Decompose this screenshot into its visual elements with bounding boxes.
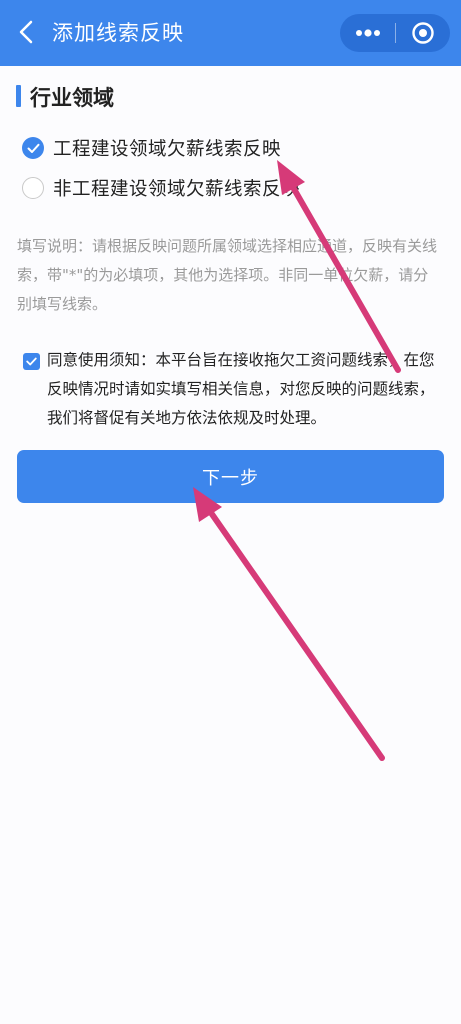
section-title: 行业领域 [30,86,114,110]
agreement-text: 同意使用须知：本平台旨在接收拖欠工资问题线索，在您反映情况时请如实填写相关信息，… [47,351,435,427]
radio-checked[interactable] [22,137,44,159]
option-construction[interactable]: 工程建设领域欠薪线索反映 [22,133,281,163]
target-circle-icon [412,22,434,44]
more-button[interactable] [340,14,395,52]
agreement-checkbox[interactable] [23,353,40,370]
next-step-button[interactable]: 下一步 [17,450,444,503]
nav-header: 添加线索反映 [0,0,461,66]
check-icon [27,143,39,153]
option-non-construction[interactable]: 非工程建设领域欠薪线索反映 [22,173,300,203]
annotation-arrow-next [193,487,385,761]
chevron-left-icon [19,20,33,44]
page-title: 添加线索反映 [52,21,184,45]
close-mini-program-button[interactable] [396,14,450,52]
back-button[interactable] [12,16,40,48]
option-label: 工程建设领域欠薪线索反映 [53,139,282,160]
option-label: 非工程建设领域欠薪线索反映 [53,179,301,200]
check-icon [26,357,37,366]
instruction-text: 填写说明：请根据反映问题所属领域选择相应通道，反映有关线索，带"*"的为必填项，… [17,237,438,313]
more-dots-icon [355,29,380,37]
radio-unchecked[interactable] [22,177,44,199]
section-accent-bar [16,85,21,107]
page: 添加线索反映 行业领域 工程建设领域欠薪线索反映 非工程建设领域欠薪线索反映 填… [0,0,461,1024]
mini-program-capsule [340,14,450,52]
